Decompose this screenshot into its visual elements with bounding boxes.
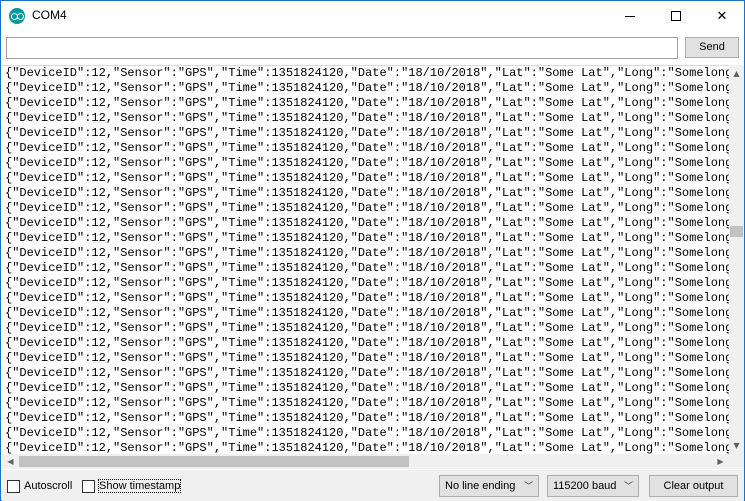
output-line: {"DeviceID":12,"Sensor":"GPS","Time":135… [5,396,729,410]
line-ending-value: No line ending [445,480,516,492]
chevron-down-icon: ﹀ [623,481,633,491]
output-line: {"DeviceID":12,"Sensor":"GPS","Time":135… [5,261,729,275]
output-line: {"DeviceID":12,"Sensor":"GPS","Time":135… [5,291,729,305]
scroll-up-icon[interactable]: ▲ [729,65,744,82]
close-button[interactable]: ✕ [699,1,745,31]
horizontal-scroll-thumb[interactable] [19,456,409,467]
output-line: {"DeviceID":12,"Sensor":"GPS","Time":135… [5,96,729,110]
output-line: {"DeviceID":12,"Sensor":"GPS","Time":135… [5,351,729,365]
chevron-down-icon: ﹀ [523,481,533,491]
autoscroll-label: Autoscroll [24,480,73,492]
scrollbar-corner [729,454,744,469]
horizontal-scrollbar[interactable]: ◀ ▶ [2,454,729,469]
baud-rate-select[interactable]: 115200 baud ﹀ [547,475,639,497]
show-timestamp-checkbox[interactable]: Show timestamp [82,479,182,493]
output-line: {"DeviceID":12,"Sensor":"GPS","Time":135… [5,156,729,170]
serial-output[interactable]: {"DeviceID":12,"Sensor":"GPS","Time":135… [2,65,729,454]
maximize-button[interactable] [653,1,699,31]
minimize-icon [625,15,635,17]
autoscroll-checkbox-box[interactable] [7,479,20,493]
output-line: {"DeviceID":12,"Sensor":"GPS","Time":135… [5,81,729,95]
output-line: {"DeviceID":12,"Sensor":"GPS","Time":135… [5,426,729,440]
baud-rate-value: 115200 baud [553,480,617,492]
vertical-scrollbar[interactable]: ▲ ▼ [729,65,744,454]
output-line: {"DeviceID":12,"Sensor":"GPS","Time":135… [5,306,729,320]
output-line: {"DeviceID":12,"Sensor":"GPS","Time":135… [5,321,729,335]
output-line: {"DeviceID":12,"Sensor":"GPS","Time":135… [5,231,729,245]
autoscroll-checkbox[interactable]: Autoscroll [7,479,72,493]
output-line: {"DeviceID":12,"Sensor":"GPS","Time":135… [5,366,729,380]
output-line: {"DeviceID":12,"Sensor":"GPS","Time":135… [5,246,729,260]
arduino-logo-icon [9,8,25,24]
clear-output-button[interactable]: Clear output [649,475,738,497]
output-line: {"DeviceID":12,"Sensor":"GPS","Time":135… [5,186,729,200]
output-line: {"DeviceID":12,"Sensor":"GPS","Time":135… [5,126,729,140]
scroll-left-icon[interactable]: ◀ [2,454,19,469]
scroll-down-icon[interactable]: ▼ [729,437,744,454]
show-timestamp-checkbox-box[interactable] [82,479,95,493]
scroll-right-icon[interactable]: ▶ [712,454,729,469]
title-bar[interactable]: COM4 ✕ [1,1,744,31]
vertical-scroll-thumb[interactable] [730,226,743,237]
output-line: {"DeviceID":12,"Sensor":"GPS","Time":135… [5,276,729,290]
output-line: {"DeviceID":12,"Sensor":"GPS","Time":135… [5,381,729,395]
output-line: {"DeviceID":12,"Sensor":"GPS","Time":135… [5,336,729,350]
output-line: {"DeviceID":12,"Sensor":"GPS","Time":135… [5,111,729,125]
window-title: COM4 [32,8,67,22]
output-line: {"DeviceID":12,"Sensor":"GPS","Time":135… [5,411,729,425]
output-line: {"DeviceID":12,"Sensor":"GPS","Time":135… [5,66,729,80]
line-ending-select[interactable]: No line ending ﹀ [439,475,539,497]
output-line: {"DeviceID":12,"Sensor":"GPS","Time":135… [5,171,729,185]
output-line: {"DeviceID":12,"Sensor":"GPS","Time":135… [5,201,729,215]
output-line: {"DeviceID":12,"Sensor":"GPS","Time":135… [5,216,729,230]
maximize-icon [671,11,681,21]
output-line: {"DeviceID":12,"Sensor":"GPS","Time":135… [5,441,729,454]
show-timestamp-label: Show timestamp [97,479,182,493]
output-line: {"DeviceID":12,"Sensor":"GPS","Time":135… [5,141,729,155]
minimize-button[interactable] [607,1,653,31]
send-input[interactable] [6,37,678,59]
serial-monitor-window: COM4 ✕ Send {"DeviceID":12,"Sensor":"GPS… [0,0,745,501]
close-icon: ✕ [716,8,728,24]
send-button[interactable]: Send [685,37,739,58]
